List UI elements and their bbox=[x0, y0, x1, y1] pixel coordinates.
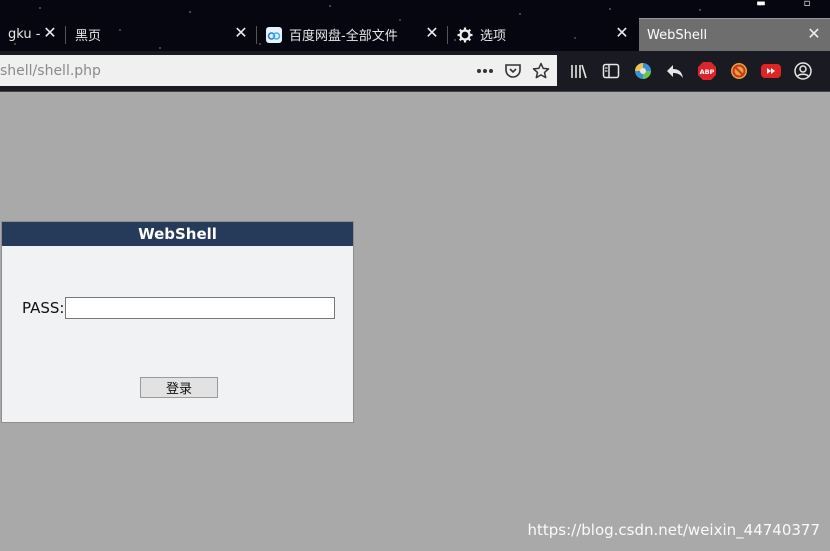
tab-gku[interactable]: gku - ✕ bbox=[0, 18, 66, 51]
login-button[interactable]: 登录 bbox=[140, 377, 218, 398]
pocket-icon[interactable] bbox=[501, 59, 525, 83]
library-icon[interactable] bbox=[568, 60, 590, 82]
tab-title: 黑页 bbox=[75, 29, 102, 44]
tab-options[interactable]: 选项 ✕ bbox=[449, 18, 638, 51]
tab-title: 选项 bbox=[480, 29, 507, 44]
close-icon[interactable]: ✕ bbox=[233, 25, 249, 41]
nav-toolbar: shell/shell.php ABP bbox=[0, 51, 830, 92]
window-controls: ▬ ▫ bbox=[738, 0, 830, 10]
baidu-cloud-icon bbox=[266, 26, 282, 43]
address-bar[interactable]: shell/shell.php bbox=[0, 55, 557, 86]
tab-title: WebShell bbox=[647, 27, 708, 43]
pass-label: PASS: bbox=[22, 299, 65, 317]
close-icon[interactable]: ✕ bbox=[42, 25, 58, 41]
more-icon[interactable] bbox=[473, 59, 497, 83]
back-arrow-icon[interactable] bbox=[664, 60, 686, 82]
close-icon[interactable]: ✕ bbox=[806, 26, 822, 42]
star-icon[interactable] bbox=[529, 59, 553, 83]
tab-title: 百度网盘-全部文件 bbox=[289, 29, 398, 44]
pass-input[interactable] bbox=[65, 297, 336, 319]
tab-webshell[interactable]: WebShell ✕ bbox=[639, 18, 830, 51]
extension-icon[interactable] bbox=[632, 60, 654, 82]
close-icon[interactable]: ✕ bbox=[424, 25, 440, 41]
adblock-icon[interactable]: ABP bbox=[696, 60, 718, 82]
tab-bar: ▬ ▫ gku - ✕ 黑页 ✕ 百度网盘-全部文件 ✕ 选项 ✕ WebShe… bbox=[0, 0, 830, 51]
tab-heiye[interactable]: 黑页 ✕ bbox=[67, 18, 257, 51]
maximize-icon[interactable]: ▫ bbox=[784, 0, 830, 10]
tab-baidu-pan[interactable]: 百度网盘-全部文件 ✕ bbox=[258, 18, 448, 51]
url-text[interactable]: shell/shell.php bbox=[0, 63, 473, 79]
gear-icon bbox=[457, 27, 473, 43]
account-icon[interactable] bbox=[792, 60, 814, 82]
minimize-icon[interactable]: ▬ bbox=[738, 0, 784, 10]
close-icon[interactable]: ✕ bbox=[614, 25, 630, 41]
svg-text:ABP: ABP bbox=[700, 68, 715, 76]
watermark-text: https://blog.csdn.net/weixin_44740377 bbox=[527, 521, 820, 539]
panel-title: WebShell bbox=[2, 222, 353, 246]
sidebar-icon[interactable] bbox=[600, 60, 622, 82]
block-icon[interactable] bbox=[728, 60, 750, 82]
login-panel: WebShell PASS: 登录 bbox=[1, 221, 354, 423]
youtube-icon[interactable] bbox=[760, 60, 782, 82]
pass-row: PASS: bbox=[22, 297, 336, 319]
